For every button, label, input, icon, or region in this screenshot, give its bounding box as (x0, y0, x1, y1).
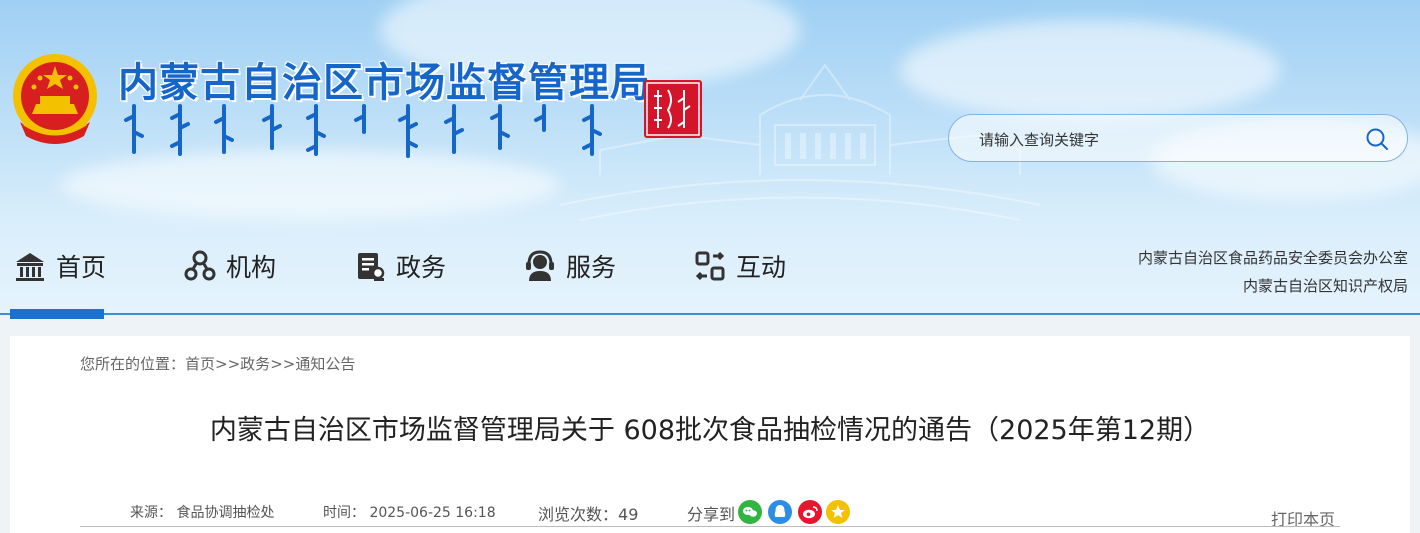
breadcrumb-notices[interactable]: 通知公告 (295, 355, 355, 373)
nav-item-organization[interactable]: 机构 (184, 244, 276, 288)
nav-item-label: 机构 (226, 253, 277, 282)
nav-item-government-affairs[interactable]: 政务 (354, 244, 446, 288)
time-label: 时间： (323, 505, 365, 521)
mongolian-script-title-graphic (124, 104, 602, 158)
article-views: 浏览次数：49 (538, 501, 638, 525)
nav-divider (0, 313, 1420, 315)
nav-item-home[interactable]: 首页 (14, 244, 106, 288)
organization-icon (184, 250, 216, 281)
interaction-icon (695, 251, 725, 281)
government-building-icon (16, 253, 44, 281)
search-input[interactable] (977, 127, 1351, 153)
nav-item-label: 首页 (56, 253, 107, 282)
nav-active-indicator (10, 309, 104, 319)
breadcrumb-separator: >> (270, 355, 296, 373)
article-title: 内蒙古自治区市场监督管理局关于 608批次食品抽检情况的通告（2025年第12期… (209, 415, 1211, 446)
site-title: 内蒙古自治区市场监督管理局 (118, 60, 651, 106)
views-value: 49 (618, 505, 639, 524)
breadcrumb-home[interactable]: 首页 (185, 355, 215, 373)
breadcrumb-separator: >> (215, 355, 241, 373)
nav-item-label: 互动 (736, 253, 787, 282)
link-food-drug-safety-office[interactable]: 内蒙古自治区食品药品安全委员会办公室 (1138, 247, 1408, 268)
qq-icon[interactable] (768, 500, 792, 524)
search-box (948, 114, 1408, 162)
red-seal-stamp (644, 80, 702, 138)
article-source: 来源： 食品协调抽检处 (130, 502, 274, 522)
qzone-icon[interactable] (826, 500, 850, 524)
time-value: 2025-06-25 16:18 (369, 505, 496, 521)
site-header: 内蒙古自治区市场监督管理局 请输入查询关键字 首页 机构 政务 服务 互动 内蒙… (0, 0, 1420, 316)
meta-divider (80, 526, 1340, 527)
weibo-icon[interactable] (798, 500, 822, 524)
views-label: 浏览次数： (538, 505, 619, 524)
breadcrumb-government-affairs[interactable]: 政务 (240, 355, 270, 373)
breadcrumb-prefix: 您所在的位置： (80, 355, 186, 373)
wechat-icon[interactable] (738, 500, 762, 524)
nav-item-interaction[interactable]: 互动 (694, 244, 786, 288)
service-headset-icon (526, 250, 554, 281)
breadcrumb: 您所在的位置：首页>>政务>>通知公告 (80, 353, 355, 374)
link-intellectual-property-bureau[interactable]: 内蒙古自治区知识产权局 (1243, 275, 1408, 296)
nav-item-label: 政务 (396, 253, 447, 282)
source-label: 来源： (130, 505, 172, 521)
article-panel: 您所在的位置：首页>>政务>>通知公告 内蒙古自治区市场监督管理局关于 608批… (10, 336, 1410, 533)
search-icon[interactable] (1365, 127, 1389, 151)
national-emblem-logo (13, 54, 97, 144)
article-time: 时间： 2025-06-25 16:18 (323, 502, 496, 522)
nav-item-label: 服务 (566, 253, 617, 282)
nav-item-service[interactable]: 服务 (524, 244, 616, 288)
source-value: 食品协调抽检处 (176, 505, 275, 521)
document-icon (358, 253, 385, 281)
share-label: 分享到 (687, 505, 736, 524)
